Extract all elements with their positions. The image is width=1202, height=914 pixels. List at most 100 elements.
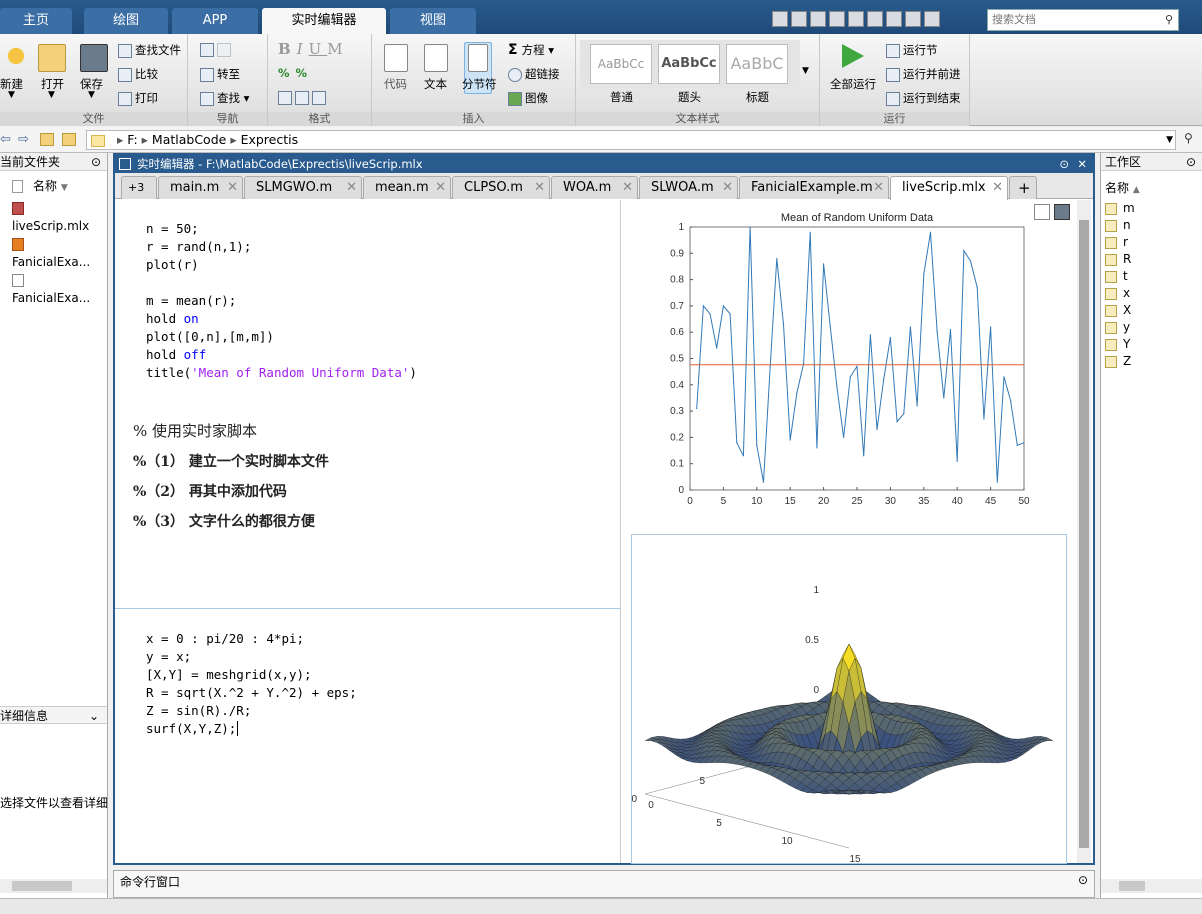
smart-indent-icon[interactable]: [278, 90, 292, 105]
tab-woa-m[interactable]: WOA.m ✕: [551, 176, 638, 199]
tab-overflow[interactable]: +3: [121, 176, 157, 199]
left-hscrollbar[interactable]: [0, 879, 107, 893]
close-icon[interactable]: ✕: [534, 177, 545, 199]
scroll-thumb[interactable]: [12, 881, 72, 891]
save-icon[interactable]: [80, 44, 108, 72]
image-button[interactable]: 图像: [508, 90, 548, 106]
style-heading-swatch[interactable]: AaBbCc: [658, 44, 720, 84]
bold-icon[interactable]: B: [278, 40, 297, 58]
italic-icon[interactable]: I: [297, 40, 309, 58]
paste-icon[interactable]: [848, 11, 864, 27]
path-segment-exprectis[interactable]: Exprectis: [241, 132, 299, 147]
close-icon[interactable]: ✕: [622, 177, 633, 199]
pane-menu-icon[interactable]: ⊙: [91, 153, 101, 171]
tab-apps[interactable]: APP: [172, 8, 258, 34]
tab-main-m[interactable]: main.m ✕: [158, 176, 243, 199]
workspace-variable[interactable]: t: [1105, 269, 1128, 283]
close-icon[interactable]: ✕: [992, 177, 1003, 199]
code-block-2[interactable]: x = 0 : pi/20 : 4*pi; y = x; [X,Y] = meshg…: [146, 630, 357, 738]
new-tab-button[interactable]: +: [1009, 176, 1037, 199]
tab-fanicialexample-m[interactable]: FanicialExample.m ✕: [739, 176, 889, 199]
path-segment-matlabcode[interactable]: MatlabCode: [152, 132, 226, 147]
list-item[interactable]: FanicialExa...: [12, 271, 107, 307]
underline-icon[interactable]: U: [309, 40, 328, 58]
search-icon[interactable]: ⚲: [1165, 10, 1173, 30]
list-item[interactable]: liveScrip.mlx: [12, 199, 107, 235]
comment-line[interactable]: %（1） 建立一个实时脚本文件: [133, 451, 329, 471]
uncomment-icon[interactable]: %: [296, 66, 308, 80]
tab-clpso-m[interactable]: CLPSO.m ✕: [452, 176, 550, 199]
close-icon[interactable]: ✕: [722, 177, 733, 199]
outdent-icon[interactable]: [312, 90, 326, 105]
run-advance-button[interactable]: 运行并前进: [886, 66, 961, 82]
tab-slwoa-m[interactable]: SLWOA.m ✕: [639, 176, 738, 199]
search-documentation-input[interactable]: 搜索文档 ⚲: [987, 9, 1179, 31]
save-dropdown-icon[interactable]: ▼: [88, 90, 95, 100]
workspace-variable[interactable]: X: [1105, 303, 1131, 317]
equation-button[interactable]: Σ 方程 ▾: [508, 42, 554, 58]
browse-folder-icon[interactable]: [62, 133, 76, 146]
forward-arrow-icon[interactable]: ⇨: [18, 132, 29, 147]
insert-text-icon[interactable]: [424, 44, 448, 72]
line-chart[interactable]: Mean of Random Uniform Data0 5 10 15 20 25 30 3…: [622, 200, 1077, 530]
open-small-icon[interactable]: [791, 11, 807, 27]
compare-button[interactable]: 比较: [118, 66, 158, 82]
up-folder-icon[interactable]: [40, 133, 54, 146]
percent-buttons[interactable]: %%: [278, 66, 307, 80]
save-small-icon[interactable]: [772, 11, 788, 27]
tab-live-editor[interactable]: 实时编辑器: [262, 8, 386, 34]
indent-icon[interactable]: [295, 90, 309, 105]
close-icon[interactable]: ✕: [346, 177, 357, 199]
scroll-thumb[interactable]: [1079, 220, 1089, 848]
run-all-button[interactable]: 全部运行: [830, 76, 876, 92]
tab-home[interactable]: 主页: [0, 8, 72, 34]
new-dropdown-icon[interactable]: ▼: [8, 90, 15, 100]
path-field[interactable]: ▸ F: ▸ MatlabCode ▸ Exprectis ▼: [86, 130, 1176, 150]
details-header[interactable]: 详细信息 ⌄: [0, 706, 107, 724]
comment-line[interactable]: %（2） 再其中添加代码: [133, 481, 287, 501]
workspace-variable[interactable]: m: [1105, 201, 1135, 215]
run-to-end-button[interactable]: 运行到结束: [886, 90, 961, 106]
tab-plots[interactable]: 绘图: [84, 8, 168, 34]
pane-menu-icon[interactable]: ⊙: [1078, 873, 1088, 887]
tab-slmgwo-m[interactable]: SLMGWO.m ✕: [244, 176, 362, 199]
path-dropdown-icon[interactable]: ▼: [1166, 131, 1173, 149]
switch-windows-icon[interactable]: [905, 11, 921, 27]
workspace-name-header[interactable]: 名称 ▲: [1105, 179, 1140, 196]
comment-heading[interactable]: % 使用实时家脚本: [133, 420, 257, 441]
help-icon[interactable]: [924, 11, 940, 27]
right-hscrollbar[interactable]: [1101, 879, 1202, 893]
code-block-1[interactable]: n = 50; r = rand(n,1); plot(r) m = mean(r);…: [146, 220, 417, 382]
folder-search-icon[interactable]: ⚲: [1184, 131, 1193, 145]
new-icon[interactable]: [2, 42, 30, 70]
redo-icon[interactable]: [886, 11, 902, 27]
back-arrow-icon[interactable]: ⇦: [0, 132, 11, 147]
list-item[interactable]: FanicialExa...: [12, 235, 107, 271]
close-icon[interactable]: ✕: [873, 177, 884, 199]
open-folder-icon[interactable]: [38, 44, 66, 72]
indent-buttons[interactable]: [278, 90, 329, 105]
workspace-variable[interactable]: r: [1105, 235, 1128, 249]
run-all-icon[interactable]: [842, 44, 864, 68]
command-window[interactable]: 命令行窗口 ⊙: [113, 870, 1095, 898]
open-dropdown-icon[interactable]: ▼: [48, 90, 55, 100]
workspace-variable[interactable]: Z: [1105, 354, 1131, 368]
path-segment-drive[interactable]: F:: [127, 132, 137, 147]
close-icon[interactable]: ✕: [227, 177, 238, 199]
workspace-variable[interactable]: y: [1105, 320, 1130, 334]
editor-vscrollbar[interactable]: [1077, 200, 1091, 863]
workspace-variable[interactable]: R: [1105, 252, 1131, 266]
find-files-button[interactable]: 查找文件: [118, 42, 181, 58]
copy-icon[interactable]: [829, 11, 845, 27]
name-column-header[interactable]: 名称 ▼: [12, 177, 68, 194]
tab-mean-m[interactable]: mean.m ✕: [363, 176, 451, 199]
pane-menu-icon[interactable]: ⊙: [1186, 153, 1196, 171]
cut-icon[interactable]: [810, 11, 826, 27]
undo-icon[interactable]: [867, 11, 883, 27]
find-button[interactable]: 查找 ▾: [200, 90, 249, 106]
comment-line[interactable]: %（3） 文字什么的都很方便: [133, 511, 315, 531]
style-normal-swatch[interactable]: AaBbCc: [590, 44, 652, 84]
workspace-variable[interactable]: n: [1105, 218, 1131, 232]
style-title-swatch[interactable]: AaBbC: [726, 44, 788, 84]
code-column[interactable]: n = 50; r = rand(n,1); plot(r) m = mean(r);…: [115, 200, 621, 863]
